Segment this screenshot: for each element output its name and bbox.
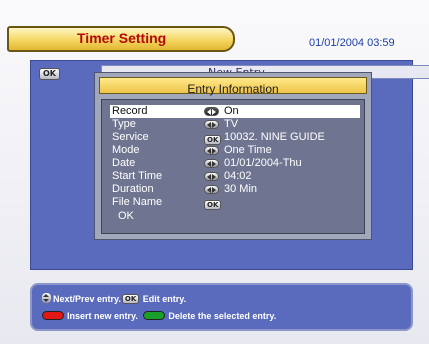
help-text-edit: Edit entry.: [142, 294, 187, 304]
ok-icon: OK: [204, 198, 222, 210]
field-record[interactable]: Record On: [110, 105, 360, 118]
entry-information-dialog: Entry Information Record On Type TV Serv…: [94, 72, 372, 240]
dialog-title: Entry Information: [187, 82, 279, 96]
ok-button[interactable]: OK: [118, 210, 134, 222]
field-value: 10032. NINE GUIDE: [224, 131, 325, 143]
help-text-insert: Insert new entry.: [67, 311, 138, 321]
field-value: On: [224, 105, 239, 117]
up-down-arrows-icon: [42, 293, 51, 303]
field-mode[interactable]: Mode One Time: [110, 144, 360, 157]
help-line-navigation: Next/Prev entry. OK Edit entry.: [42, 293, 186, 305]
field-value: 04:02: [224, 170, 252, 182]
field-value: 30 Min: [224, 183, 258, 195]
field-file-name[interactable]: File Name OK: [110, 196, 360, 210]
field-start-time[interactable]: Start Time 04:02: [110, 170, 360, 183]
help-text-delete: Delete the selected entry.: [168, 311, 277, 321]
ok-icon-text: OK: [204, 200, 222, 210]
field-date[interactable]: Date 01/01/2004-Thu: [110, 157, 360, 170]
field-label: Duration: [112, 183, 154, 195]
field-label: Service: [112, 131, 149, 143]
field-duration[interactable]: Duration 30 Min: [110, 183, 360, 196]
field-label: Start Time: [112, 170, 163, 182]
field-value: 01/01/2004-Thu: [224, 157, 302, 169]
field-label: Type: [112, 118, 136, 130]
help-line-keys: Insert new entry. Delete the selected en…: [42, 310, 276, 322]
clock: 01/01/2004 03:59: [309, 37, 395, 49]
field-service[interactable]: Service OK 10032. NINE GUIDE: [110, 131, 360, 145]
field-type[interactable]: Type TV: [110, 118, 360, 131]
field-value: One Time: [224, 144, 272, 156]
field-label: File Name: [112, 196, 163, 208]
green-key-icon: [143, 311, 166, 320]
help-text-next-prev: Next/Prev entry.: [53, 294, 121, 304]
red-key-icon: [42, 311, 64, 320]
help-bar: Next/Prev entry. OK Edit entry. Insert ne…: [30, 283, 413, 331]
field-label: Date: [112, 157, 136, 169]
screen: Timer Setting 01/01/2004 03:59 OK New En…: [0, 0, 429, 344]
page-title: Timer Setting: [77, 30, 167, 46]
ok-icon: OK: [39, 68, 60, 80]
dialog-body: Record On Type TV Service OK 10032. NINE…: [101, 99, 365, 234]
field-label: Mode: [112, 144, 140, 156]
field-value: TV: [224, 118, 239, 130]
title-tab: Timer Setting: [7, 26, 235, 52]
dialog-title-bar: Entry Information: [99, 77, 367, 96]
field-label: Record: [112, 105, 148, 117]
ok-icon: OK: [121, 294, 140, 304]
